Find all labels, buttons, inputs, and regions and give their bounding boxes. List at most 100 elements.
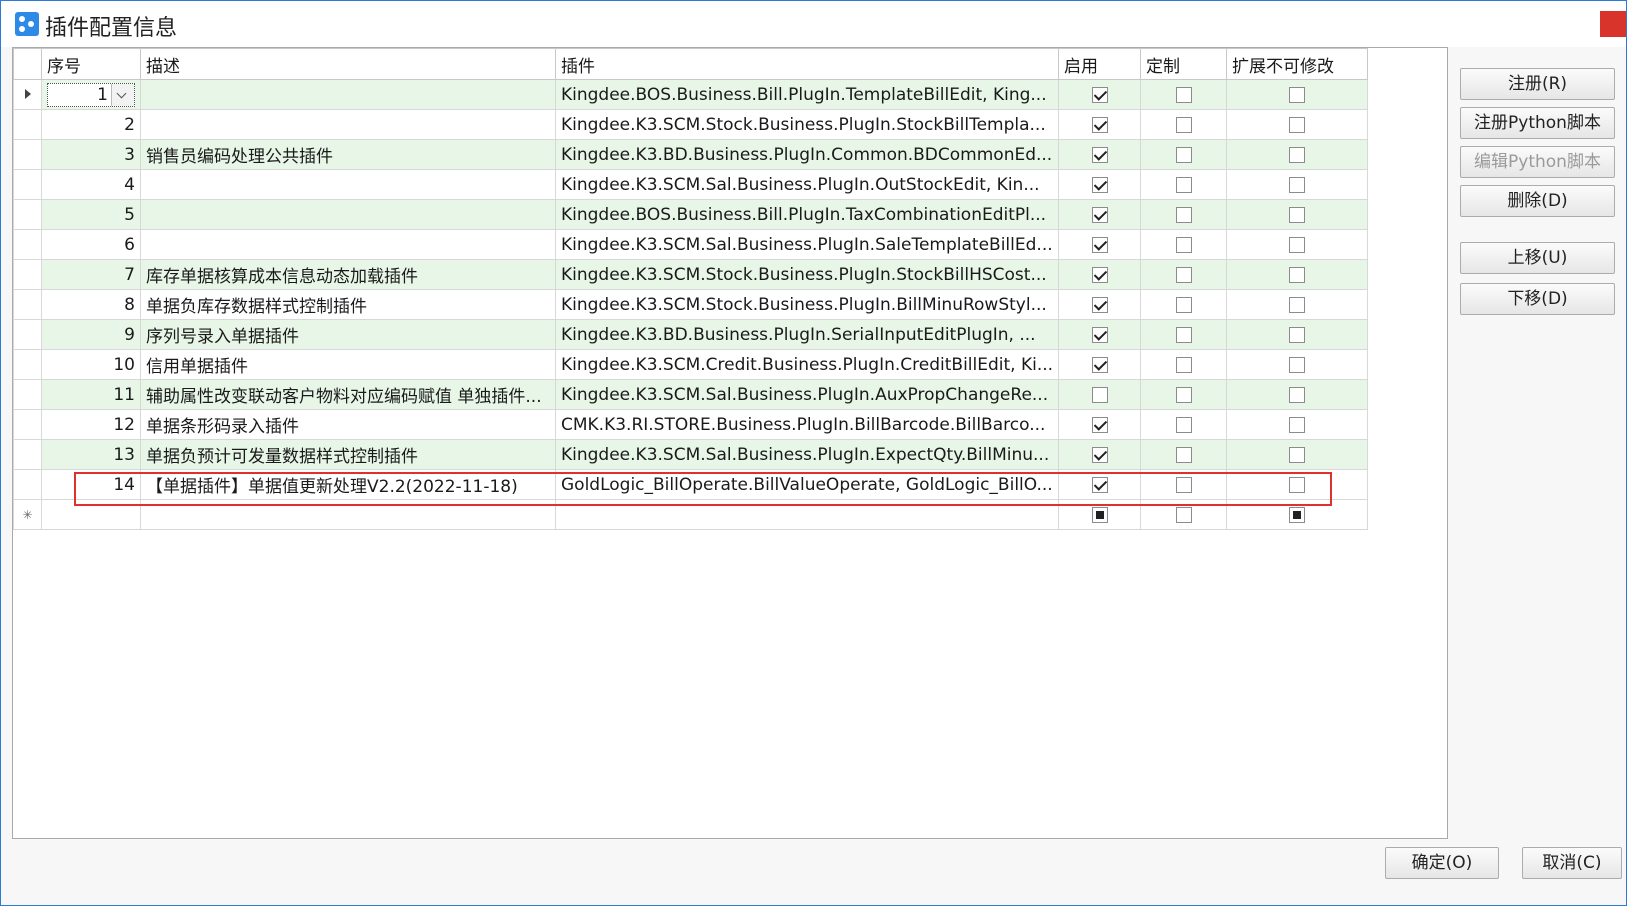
plugin-cell[interactable]: Kingdee.K3.SCM.Credit.Business.PlugIn.Cr… (554, 349, 1060, 380)
table-row[interactable]: 13 单据负预计可发量数据样式控制插件 Kingdee.K3.SCM.Sal.Bus… (13, 439, 1369, 470)
register-button[interactable]: 注册(R) (1460, 68, 1615, 100)
edit-python-button[interactable]: 编辑Python脚本 (1460, 146, 1615, 178)
enabled-checkbox[interactable] (1091, 116, 1108, 133)
desc-cell[interactable]: 库存单据核算成本信息动态加载插件 (140, 259, 556, 290)
plugin-cell[interactable]: Kingdee.K3.BD.Business.PlugIn.SerialInpu… (554, 319, 1060, 350)
table-row[interactable]: 9 序列号录入单据插件 Kingdee.K3.BD.Business.PlugIn.… (13, 319, 1369, 350)
custom-checkbox[interactable] (1175, 236, 1192, 253)
row-header[interactable] (13, 109, 42, 140)
enabled-checkbox[interactable] (1091, 266, 1108, 283)
desc-cell[interactable] (140, 79, 556, 110)
row-header[interactable] (13, 469, 42, 500)
custom-checkbox[interactable] (1175, 506, 1192, 523)
plugin-cell[interactable]: Kingdee.K3.SCM.Sal.Business.PlugIn.AuxPr… (554, 379, 1060, 410)
enabled-checkbox[interactable] (1091, 386, 1108, 403)
close-icon[interactable] (1600, 11, 1626, 37)
row-header[interactable] (13, 169, 42, 200)
table-row[interactable]: 12 单据条形码录入插件 CMK.K3.RI.STORE.Business.Plug… (13, 409, 1369, 440)
row-header[interactable] (13, 439, 42, 470)
seq-cell[interactable]: 10 (41, 349, 141, 380)
desc-cell[interactable] (140, 109, 556, 140)
enabled-checkbox[interactable] (1091, 326, 1108, 343)
custom-checkbox[interactable] (1175, 146, 1192, 163)
ext-lock-checkbox[interactable] (1289, 476, 1306, 493)
column-header-enabled[interactable]: 启用 (1058, 48, 1142, 80)
seq-editor[interactable]: 1 (47, 82, 135, 107)
cancel-button[interactable]: 取消(C) (1522, 847, 1622, 879)
table-row[interactable]: 11 辅助属性改变联动客户物料对应编码赋值 单独插件... Kingdee.K3.S… (13, 379, 1369, 410)
column-header-seq[interactable]: 序号 (41, 48, 141, 80)
column-header-desc[interactable]: 描述 (140, 48, 556, 80)
enabled-checkbox[interactable] (1091, 416, 1108, 433)
row-header[interactable] (13, 199, 42, 230)
ext-lock-checkbox[interactable] (1289, 206, 1306, 223)
table-row[interactable]: 2 Kingdee.K3.SCM.Stock.Business.PlugIn.St… (13, 109, 1369, 140)
enabled-checkbox[interactable] (1091, 86, 1108, 103)
desc-cell[interactable]: 信用单据插件 (140, 349, 556, 380)
ext-lock-checkbox[interactable] (1289, 176, 1306, 193)
custom-checkbox[interactable] (1175, 416, 1192, 433)
desc-cell[interactable]: 销售员编码处理公共插件 (140, 139, 556, 170)
enabled-checkbox[interactable] (1091, 176, 1108, 193)
desc-cell[interactable]: 单据条形码录入插件 (140, 409, 556, 440)
table-row[interactable]: 6 Kingdee.K3.SCM.Sal.Business.PlugIn.Sale… (13, 229, 1369, 260)
ext-lock-checkbox[interactable] (1289, 446, 1306, 463)
table-row[interactable]: 10 信用单据插件 Kingdee.K3.SCM.Credit.Business.P… (13, 349, 1369, 380)
custom-checkbox[interactable] (1175, 356, 1192, 373)
seq-cell[interactable]: 5 (41, 199, 141, 230)
ext-lock-checkbox[interactable] (1289, 116, 1306, 133)
row-header[interactable] (13, 229, 42, 260)
table-row[interactable]: 4 Kingdee.K3.SCM.Sal.Business.PlugIn.OutS… (13, 169, 1369, 200)
seq-cell[interactable]: 4 (41, 169, 141, 200)
plugin-grid[interactable]: 序号 描述 插件 启用 定制 扩展不可修改 1 Kingdee.BOS.Busin… (12, 47, 1448, 839)
table-row[interactable]: 8 单据负库存数据样式控制插件 Kingdee.K3.SCM.Stock.Busin… (13, 289, 1369, 320)
seq-cell[interactable]: 14 (41, 469, 141, 500)
column-header-custom[interactable]: 定制 (1140, 48, 1228, 80)
table-row[interactable]: 1 Kingdee.BOS.Business.Bill.PlugIn.Templa… (13, 79, 1369, 110)
plugin-cell[interactable]: Kingdee.K3.SCM.Stock.Business.PlugIn.Sto… (554, 109, 1060, 140)
column-header-ext-lock[interactable]: 扩展不可修改 (1226, 48, 1369, 80)
new-row-header[interactable]: ✳ (13, 499, 42, 530)
desc-cell[interactable]: 辅助属性改变联动客户物料对应编码赋值 单独插件... (140, 379, 556, 410)
desc-cell[interactable] (140, 499, 556, 530)
plugin-cell[interactable]: Kingdee.K3.BD.Business.PlugIn.Common.BDC… (554, 139, 1060, 170)
plugin-cell[interactable]: Kingdee.K3.SCM.Stock.Business.PlugIn.Bil… (554, 289, 1060, 320)
table-row[interactable]: 7 库存单据核算成本信息动态加载插件 Kingdee.K3.SCM.Stock.Bu… (13, 259, 1369, 290)
seq-cell[interactable]: 11 (41, 379, 141, 410)
row-header[interactable] (13, 379, 42, 410)
custom-checkbox[interactable] (1175, 266, 1192, 283)
seq-cell[interactable]: 8 (41, 289, 141, 320)
custom-checkbox[interactable] (1175, 176, 1192, 193)
seq-cell[interactable]: 2 (41, 109, 141, 140)
custom-checkbox[interactable] (1175, 386, 1192, 403)
seq-cell[interactable] (41, 499, 141, 530)
table-row[interactable]: 14 【单据插件】单据值更新处理V2.2(2022-11-18) GoldLogic… (13, 469, 1369, 500)
plugin-cell[interactable]: Kingdee.K3.SCM.Sal.Business.PlugIn.OutSt… (554, 169, 1060, 200)
table-row[interactable]: 5 Kingdee.BOS.Business.Bill.PlugIn.TaxCom… (13, 199, 1369, 230)
ok-button[interactable]: 确定(O) (1385, 847, 1499, 879)
custom-checkbox[interactable] (1175, 116, 1192, 133)
enabled-checkbox[interactable] (1091, 206, 1108, 223)
ext-lock-checkbox[interactable] (1289, 236, 1306, 253)
seq-cell[interactable]: 12 (41, 409, 141, 440)
custom-checkbox[interactable] (1175, 326, 1192, 343)
enabled-checkbox[interactable] (1091, 476, 1108, 493)
desc-cell[interactable]: 【单据插件】单据值更新处理V2.2(2022-11-18) (140, 469, 556, 500)
delete-button[interactable]: 删除(D) (1460, 185, 1615, 217)
seq-cell[interactable]: 13 (41, 439, 141, 470)
register-python-button[interactable]: 注册Python脚本 (1460, 107, 1615, 139)
ext-lock-checkbox[interactable] (1289, 146, 1306, 163)
row-header[interactable] (13, 289, 42, 320)
plugin-cell[interactable]: Kingdee.BOS.Business.Bill.PlugIn.Templat… (554, 79, 1060, 110)
enabled-checkbox[interactable] (1091, 356, 1108, 373)
row-header[interactable] (13, 319, 42, 350)
custom-checkbox[interactable] (1175, 296, 1192, 313)
plugin-cell[interactable]: CMK.K3.RI.STORE.Business.PlugIn.BillBarc… (554, 409, 1060, 440)
custom-checkbox[interactable] (1175, 446, 1192, 463)
desc-cell[interactable] (140, 199, 556, 230)
plugin-cell[interactable]: Kingdee.K3.SCM.Sal.Business.PlugIn.Expec… (554, 439, 1060, 470)
seq-cell[interactable]: 7 (41, 259, 141, 290)
column-header-plugin[interactable]: 插件 (554, 48, 1060, 80)
plugin-cell[interactable] (554, 499, 1060, 530)
chevron-down-icon[interactable] (111, 83, 134, 106)
